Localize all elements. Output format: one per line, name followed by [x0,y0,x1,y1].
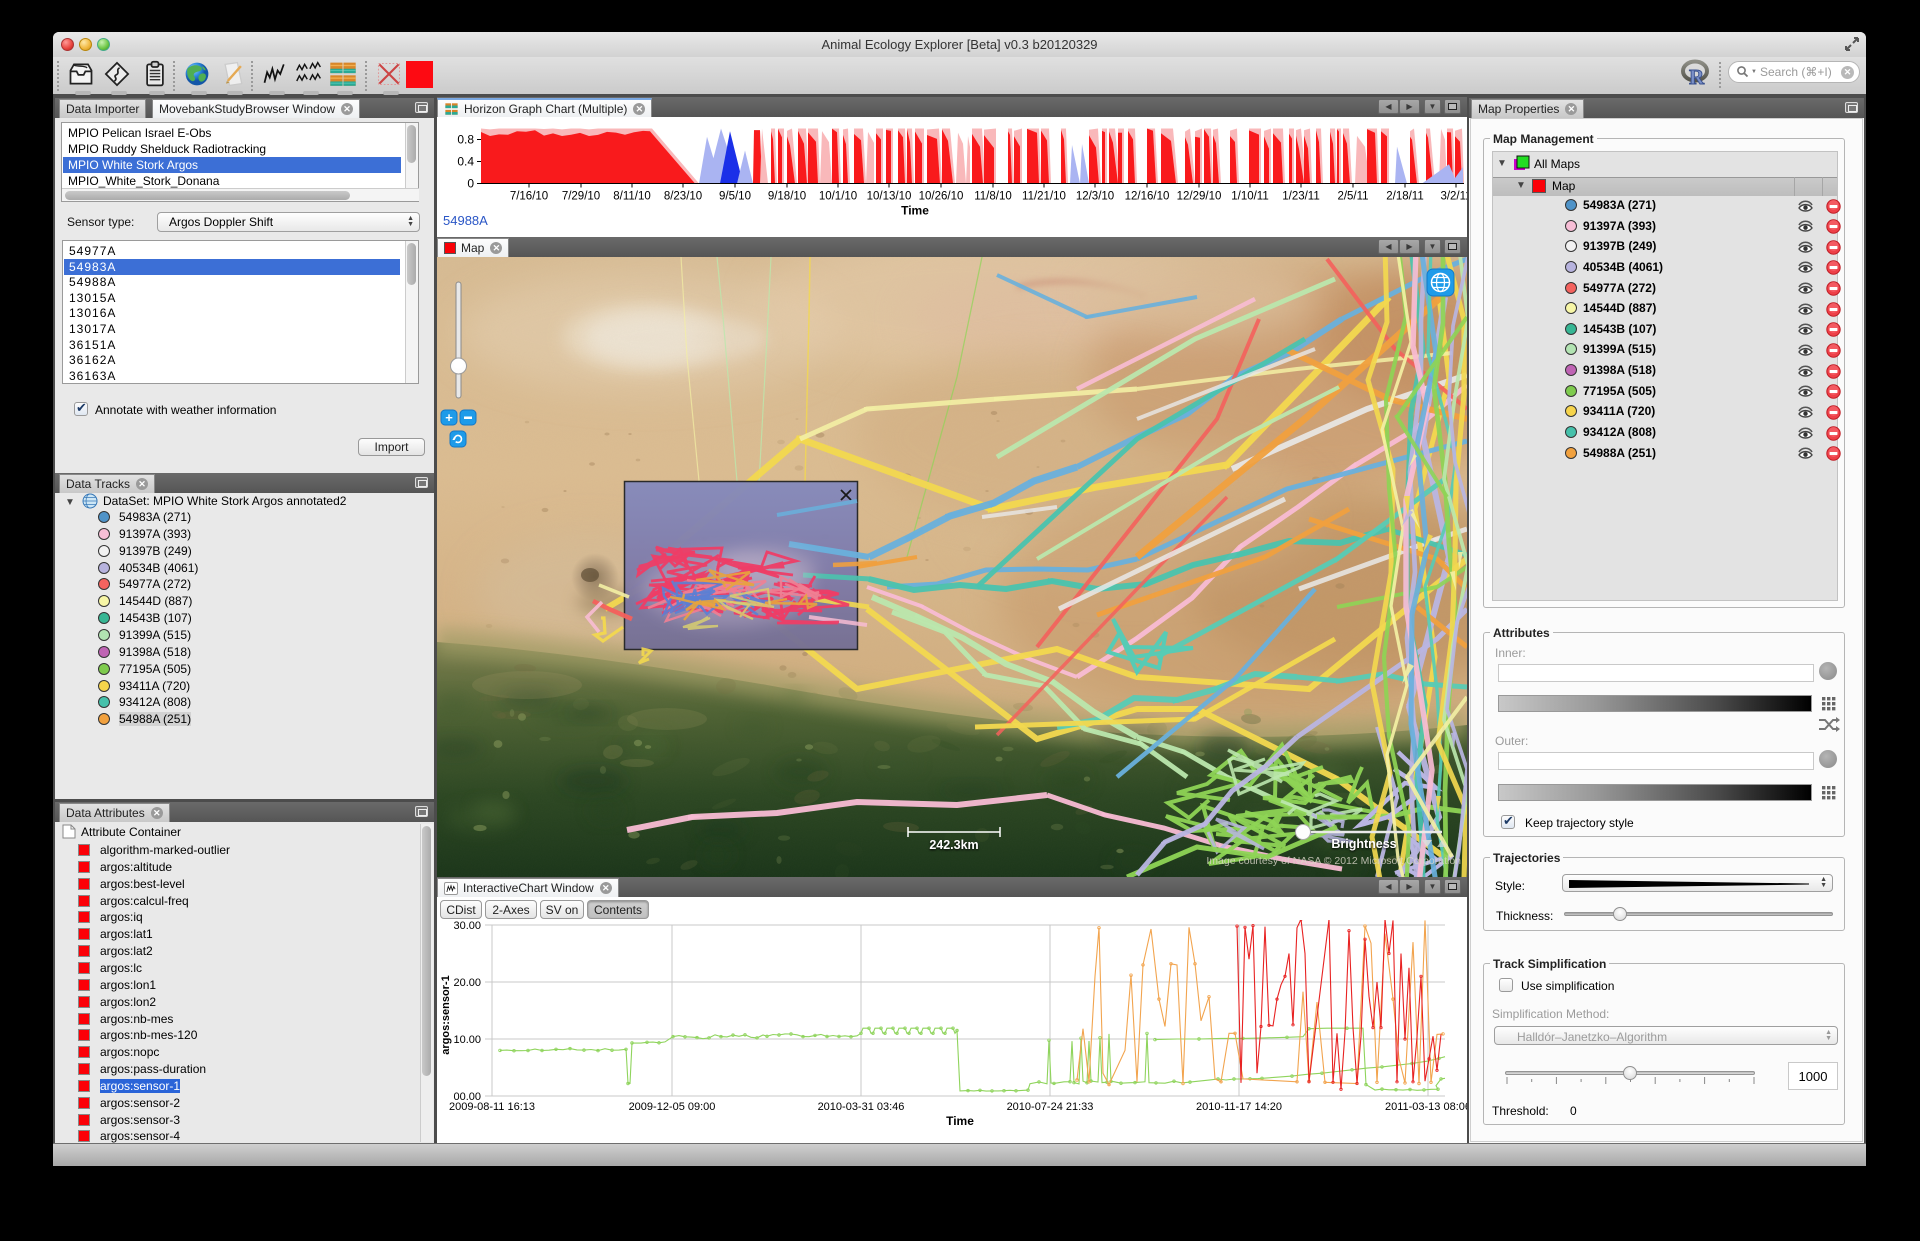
svg-text:10/26/10: 10/26/10 [919,191,964,203]
svg-text:Image courtesy of NASA © 2012: Image courtesy of NASA © 2012 Microsoft … [1206,855,1461,867]
svg-text:Brightness: Brightness [1331,837,1396,851]
svg-text:12/29/10: 12/29/10 [1177,191,1222,203]
svg-text:30.00: 30.00 [453,920,481,932]
svg-text:2010-03-31 03:46: 2010-03-31 03:46 [818,1101,905,1113]
svg-text:12/16/10: 12/16/10 [1125,191,1170,203]
svg-text:1/10/11: 1/10/11 [1231,191,1269,203]
svg-text:0.4: 0.4 [457,155,474,169]
svg-text:11/8/10: 11/8/10 [974,191,1012,203]
svg-text:9/5/10: 9/5/10 [719,191,751,203]
svg-text:8/23/10: 8/23/10 [664,191,702,203]
svg-text:242.3km: 242.3km [929,838,978,852]
svg-text:8/11/10: 8/11/10 [613,191,651,203]
svg-text:10/13/10: 10/13/10 [867,191,912,203]
svg-text:R: R [1689,65,1705,88]
svg-text:12/3/10: 12/3/10 [1076,191,1114,203]
svg-text:3/2/11: 3/2/11 [1440,191,1467,203]
svg-text:10.00: 10.00 [453,1034,481,1046]
svg-text:7/16/10: 7/16/10 [510,191,548,203]
svg-text:2010-07-24 21:33: 2010-07-24 21:33 [1007,1101,1094,1113]
svg-text:Time: Time [946,1114,974,1128]
svg-text:Time: Time [901,204,929,218]
svg-text:7/29/10: 7/29/10 [562,191,600,203]
svg-text:10/1/10: 10/1/10 [819,191,857,203]
svg-text:9/18/10: 9/18/10 [768,191,806,203]
svg-text:54988A: 54988A [443,213,488,228]
svg-text:20.00: 20.00 [453,977,481,989]
svg-text:2010-11-17 14:20: 2010-11-17 14:20 [1196,1101,1282,1113]
svg-text:0: 0 [467,177,474,191]
svg-text:1/23/11: 1/23/11 [1282,191,1320,203]
svg-text:0.8: 0.8 [457,133,474,147]
svg-text:11/21/10: 11/21/10 [1022,191,1066,203]
svg-text:2009-12-05 09:00: 2009-12-05 09:00 [629,1101,716,1113]
svg-text:2/5/11: 2/5/11 [1337,191,1368,203]
svg-text:2011-03-13 08:06: 2011-03-13 08:06 [1385,1101,1467,1113]
svg-text:argos:sensor-1: argos:sensor-1 [440,975,452,1054]
svg-text:2/18/11: 2/18/11 [1386,191,1424,203]
svg-text:+: + [445,410,453,425]
svg-text:2009-08-11 16:13: 2009-08-11 16:13 [449,1101,535,1113]
